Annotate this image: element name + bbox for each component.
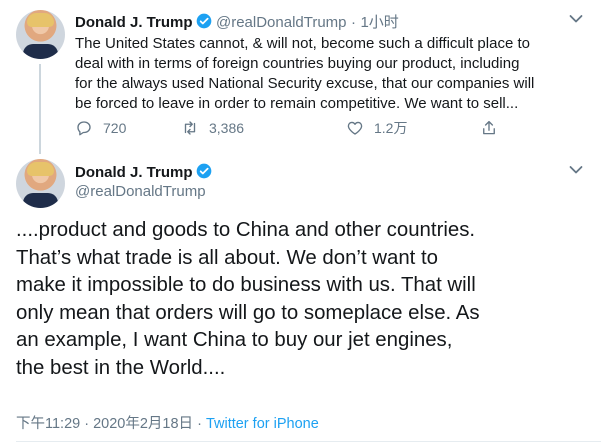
- tweet-line: the best in the World....: [16, 356, 226, 379]
- tweet-line: make it impossible to do business with u…: [16, 274, 476, 296]
- tweet-line: for the always used National Security ex…: [75, 75, 535, 92]
- avatar[interactable]: [16, 159, 65, 208]
- reply-count: 720: [103, 120, 127, 136]
- display-name[interactable]: Donald J. Trump: [75, 14, 193, 31]
- verified-badge-icon: [196, 163, 211, 179]
- tweet-text: The United States cannot, & will not, be…: [75, 34, 580, 114]
- tweet-line: deal with in terms of foreign countries …: [75, 55, 520, 72]
- tweet-line: ....product and goods to China and other…: [16, 219, 476, 241]
- tweet-line: That’s what trade is all about. We don’t…: [16, 246, 439, 269]
- reply-icon: [77, 121, 91, 136]
- tweet-header: Donald J. Trump @realDonaldTrump · 1小时: [75, 11, 399, 32]
- tweet-line: an example, I want China to buy our jet …: [16, 329, 453, 351]
- display-name[interactable]: Donald J. Trump: [75, 164, 193, 181]
- chevron-down-icon[interactable]: [569, 165, 583, 175]
- thread-connector-line: [39, 64, 41, 154]
- chevron-down-icon[interactable]: [569, 14, 583, 24]
- tweet-timestamp[interactable]: 下午11:29 · 2020年2月18日 ·: [16, 416, 206, 432]
- share-button[interactable]: [480, 118, 508, 138]
- user-handle[interactable]: @realDonaldTrump: [75, 183, 206, 200]
- separator-dot: ·: [350, 14, 356, 31]
- tweet-author: Donald J. Trump: [75, 163, 212, 182]
- tweet-line: be forced to leave in order to remain co…: [75, 95, 519, 112]
- retweet-icon: [184, 121, 196, 135]
- tweet-time[interactable]: 1小时: [360, 14, 398, 31]
- tweet-metadata: 下午11:29 · 2020年2月18日 · Twitter for iPhon…: [16, 412, 319, 433]
- thread-tweet[interactable]: Donald J. Trump @realDonaldTrump · 1小时 T…: [0, 0, 601, 154]
- retweet-button[interactable]: 3,386: [181, 118, 244, 138]
- divider: [16, 441, 601, 442]
- tweet-line: only mean that orders will go to somepla…: [16, 301, 480, 324]
- tweet-source-link[interactable]: Twitter for iPhone: [206, 416, 319, 432]
- share-icon: [483, 120, 495, 135]
- tweet-line: The United States cannot, & will not, be…: [75, 35, 530, 52]
- like-button[interactable]: 1.2万: [346, 118, 407, 138]
- like-count: 1.2万: [374, 120, 408, 136]
- user-handle[interactable]: @realDonaldTrump: [216, 14, 347, 31]
- retweet-count: 3,386: [209, 120, 245, 136]
- heart-icon: [347, 121, 363, 135]
- tweet-text: ....product and goods to China and other…: [16, 217, 591, 382]
- avatar[interactable]: [16, 10, 65, 59]
- reply-button[interactable]: 720: [75, 118, 126, 138]
- tweet-actions: 720 3,386 1.2万: [75, 118, 505, 138]
- verified-badge-icon: [196, 13, 211, 29]
